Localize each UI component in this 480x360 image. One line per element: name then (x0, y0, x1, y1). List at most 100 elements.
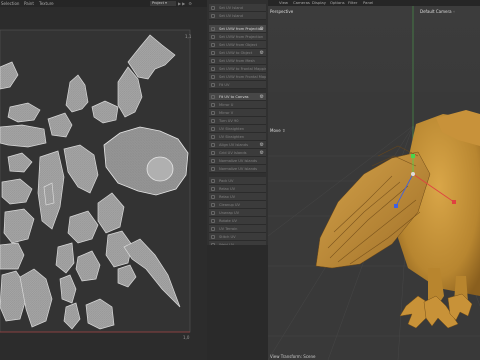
tool-item[interactable]: Turn UV 90 (209, 117, 266, 125)
tool-label: Relax UV (219, 187, 236, 191)
tool-label: Unwrap UV (219, 211, 240, 215)
gear-icon[interactable]: ⚙ (260, 150, 264, 156)
gear-icon[interactable]: ⚙ (260, 142, 264, 148)
tool-item[interactable]: Fit UV (209, 81, 266, 89)
tool-icon (211, 59, 215, 63)
tool-item[interactable]: Rotate UV (209, 217, 266, 225)
tool-icon (211, 75, 215, 79)
tool-item[interactable]: Mirror V (209, 109, 266, 117)
menu-texture[interactable]: Texture (39, 0, 54, 7)
tool-item[interactable]: Relax UV (209, 193, 266, 201)
tool-label: Set UV Island (219, 6, 243, 10)
tool-label: Fit UV to Canvas (219, 95, 249, 99)
tool-item[interactable]: Normalize UV Islands (209, 165, 266, 173)
tool-label: Align UV Islands (219, 143, 248, 147)
tool-label: Set UVW from Mesh (219, 59, 255, 63)
tool-label: UV Terrain (219, 227, 238, 231)
tool-icon (211, 179, 215, 183)
menu-selection[interactable]: Selection (1, 0, 19, 7)
tool-item[interactable]: Set UV Island (209, 12, 266, 20)
tool-label: Mirror U (219, 103, 234, 107)
tool-item[interactable]: Pack UV (209, 177, 266, 185)
tool-label: Set UVW to Frontal Mapping (219, 67, 266, 71)
uv-project-dropdown[interactable]: Project ▾ (150, 1, 176, 6)
tool-item[interactable]: Normalize UV Islands (209, 157, 266, 165)
tool-item[interactable]: UV Straighten (209, 133, 266, 141)
tool-icon (211, 235, 215, 239)
tool-label: Cleanup UV (219, 203, 240, 207)
tool-icon (211, 119, 215, 123)
tool-label: Set UVW from Projection (219, 35, 264, 39)
tool-item[interactable]: Cleanup UV (209, 201, 266, 209)
tool-icon (211, 51, 215, 55)
uv-island (43, 182, 55, 206)
tool-icon (211, 83, 215, 87)
tool-item[interactable]: Set UVW from Frontal Mapping (209, 73, 266, 81)
tool-item[interactable]: Set UVW from Object (209, 41, 266, 49)
tool-icon (211, 203, 215, 207)
tool-label: Grid UV Islands (219, 151, 247, 155)
gear-icon[interactable]: ⚙ (260, 26, 264, 32)
tool-icon (211, 227, 215, 231)
tool-label: Fit UV (219, 83, 230, 87)
tool-label: Stitch UV (219, 235, 236, 239)
tool-label: Set UVW to Object (219, 51, 253, 55)
gear-icon[interactable]: ⚙ (260, 94, 264, 100)
tool-icon (211, 43, 215, 47)
tool-item[interactable]: Stitch UV (209, 233, 266, 241)
tool-item[interactable]: Set UVW to Frontal Mapping (209, 65, 266, 73)
uv-toolbar-buttons[interactable]: ▶▶ ⚙ (178, 1, 202, 6)
tool-icon (211, 195, 215, 199)
tool-icon (211, 151, 215, 155)
tool-icon (211, 135, 215, 139)
uv-canvas[interactable]: 1,1 1,0 (0, 7, 207, 360)
tool-item[interactable]: Set UVW to Object ⚙ (209, 49, 266, 57)
tool-label: Mirror V (219, 111, 234, 115)
tool-label: Set UVW from Projection (219, 27, 264, 31)
tool-label: Set UVW from Object (219, 43, 258, 47)
tool-icon (211, 219, 215, 223)
tool-item[interactable]: Fit UV to Canvas ⚙ (209, 93, 266, 101)
tool-item[interactable]: UV Terrain (209, 225, 266, 233)
viewport-camera-label[interactable]: Default Camera ◦ (420, 9, 455, 14)
tool-icon (211, 167, 215, 171)
tool-label: Rotate UV (219, 219, 237, 223)
gear-icon[interactable]: ⚙ (260, 50, 264, 56)
tool-label: Set UV Island (219, 14, 243, 18)
tool-icon (211, 6, 215, 10)
tool-item[interactable]: Align UV Islands ⚙ (209, 141, 266, 149)
tool-label: Set UVW from Frontal Mapping (219, 75, 266, 79)
tool-icon (211, 187, 215, 191)
uv-project-dropdown-value: Project (152, 1, 164, 5)
uv-corner-label-bottom: 1,0 (183, 335, 190, 340)
uv-island (0, 124, 47, 148)
tool-label: Normalize UV Islands (219, 167, 258, 171)
tool-icon (211, 103, 215, 107)
tool-label: Normalize UV Islands (219, 159, 258, 163)
tool-label: UV Straighten (219, 127, 245, 131)
tool-icon (211, 111, 215, 115)
tool-label: Turn UV 90 (219, 119, 239, 123)
tool-item[interactable]: Mirror U (209, 101, 266, 109)
tool-label: Relax UV (219, 195, 236, 199)
tool-item[interactable]: Set UV Island (209, 4, 266, 12)
tool-item[interactable]: Relax UV (209, 185, 266, 193)
viewport-status-label: View Transform: Scene (270, 354, 316, 359)
viewport-canvas[interactable]: Perspective Default Camera ◦ Move ⇧ View… (268, 6, 480, 360)
tool-icon (211, 211, 215, 215)
uv-corner-label-top: 1,1 (185, 34, 192, 39)
tool-label: UV Straighten (219, 135, 245, 139)
tool-icon (211, 35, 215, 39)
menu-paint[interactable]: Paint (24, 0, 34, 7)
tool-icon (211, 14, 215, 18)
tool-item[interactable]: UV Straighten (209, 125, 266, 133)
tool-item[interactable]: Set UVW from Projection (209, 33, 266, 41)
tool-item[interactable]: Unwrap UV (209, 209, 266, 217)
move-tool-label: Move ⇧ (270, 128, 285, 133)
tool-item[interactable]: Set UVW from Projection ⚙ (209, 25, 266, 33)
tool-label: Pack UV (219, 179, 234, 183)
viewport-projection-label[interactable]: Perspective (270, 9, 294, 14)
tool-item[interactable]: Set UVW from Mesh (209, 57, 266, 65)
tool-item[interactable]: Grid UV Islands ⚙ (209, 149, 266, 157)
tool-icon (211, 159, 215, 163)
